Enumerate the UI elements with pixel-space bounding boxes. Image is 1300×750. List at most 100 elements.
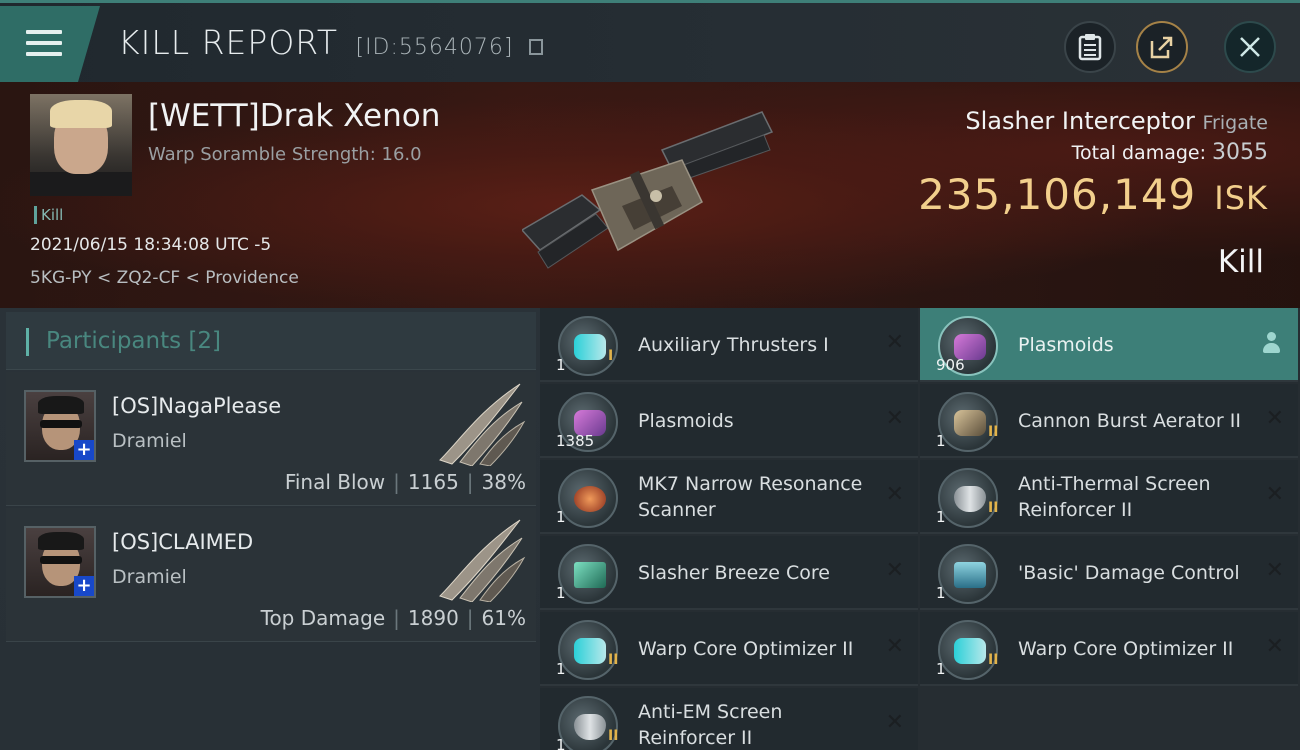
participant-damage: 1890 (407, 606, 459, 630)
participant-name: [OS]NagaPlease (112, 394, 282, 418)
thruster-icon (938, 620, 998, 680)
item-quantity: 906 (936, 356, 965, 374)
participant-role: Top Damage (260, 606, 386, 630)
participant-ship-image[interactable] (430, 516, 526, 602)
item-row[interactable]: 1 MK7 Narrow Resonance Scanner ✕ (540, 460, 918, 534)
participant-stats: Final Blow | 1165 | 38% (284, 470, 526, 494)
item-row[interactable]: 1 II Warp Core Optimizer II ✕ (540, 612, 918, 686)
shield-icon (938, 468, 998, 528)
item-row[interactable]: 1 II Anti-Thermal Screen Reinforcer II ✕ (920, 460, 1298, 534)
kill-result: Kill (1217, 244, 1264, 280)
copy-icon[interactable] (528, 39, 543, 55)
item-row[interactable]: 1 Slasher Breeze Core ✕ (540, 536, 918, 610)
kill-location[interactable]: 5KG-PY < ZQ2-CF < Providence (30, 268, 299, 288)
item-quantity: 1 (556, 508, 566, 526)
item-row[interactable]: 1 II Warp Core Optimizer II ✕ (920, 612, 1298, 686)
item-row[interactable]: 1 I Auxiliary Thrusters I ✕ (540, 308, 918, 382)
clipboard-button[interactable] (1064, 21, 1116, 73)
total-damage-label: Total damage: (1071, 142, 1206, 164)
participant-avatar[interactable]: + (24, 526, 96, 598)
damage-control-icon (938, 544, 998, 604)
isk-unit: ISK (1214, 179, 1268, 217)
victim-ship-image[interactable] (522, 110, 777, 280)
item-name: 'Basic' Damage Control (1018, 562, 1240, 584)
item-quantity: 1 (936, 432, 946, 450)
share-icon (1150, 36, 1173, 59)
item-name: Anti-EM Screen Reinforcer II (638, 701, 783, 749)
destroyed-icon: ✕ (885, 406, 904, 431)
item-name: Warp Core Optimizer II (1018, 638, 1234, 660)
add-contact-icon[interactable]: + (74, 576, 94, 596)
participant-ship: Dramiel (112, 430, 187, 452)
person-icon[interactable] (1262, 332, 1280, 354)
aerator-icon (938, 392, 998, 452)
item-row[interactable]: 1385 Plasmoids ✕ (540, 384, 918, 458)
participants-title: Participants [2] (46, 328, 221, 354)
victim-portrait[interactable] (30, 94, 132, 196)
victim-panel: [WETT]Drak Xenon Warp Soramble Strength:… (0, 82, 1300, 308)
item-quantity: 1 (936, 584, 946, 602)
participant-row[interactable]: + [OS]CLAIMED Dramiel Top Damage | 1890 | 61… (6, 508, 536, 642)
share-button[interactable] (1136, 21, 1188, 73)
kill-datetime: 2021/06/15 18:34:08 UTC -5 (30, 235, 272, 255)
victim-ship-name: Slasher Interceptor (965, 107, 1195, 135)
report-id: [ID:5564076] (355, 35, 514, 60)
destroyed-icon: ✕ (885, 634, 904, 659)
destroyed-icon: ✕ (885, 482, 904, 507)
item-quantity: 1385 (556, 432, 595, 450)
item-name: Plasmoids (638, 410, 734, 432)
item-row[interactable]: 1 II Anti-EM Screen Reinforcer II ✕ (540, 688, 918, 750)
clipboard-icon (1078, 34, 1102, 61)
item-tier: II (608, 728, 619, 744)
participant-name: [OS]CLAIMED (112, 530, 254, 554)
dropped-items-grid: 1 I Auxiliary Thrusters I ✕ 1385 Plasmoi… (540, 308, 1300, 750)
total-damage-value: 3055 (1212, 140, 1268, 165)
add-contact-icon[interactable]: + (74, 440, 94, 460)
item-quantity: 1 (556, 736, 566, 750)
item-tier: II (988, 652, 999, 668)
victim-name[interactable]: [WETT]Drak Xenon (148, 98, 440, 134)
participant-percent: 38% (481, 470, 526, 494)
item-name: Anti-Thermal Screen Reinforcer II (1018, 473, 1211, 521)
close-button[interactable] (1224, 21, 1276, 73)
destroyed-icon: ✕ (885, 710, 904, 735)
participant-role: Final Blow (284, 470, 386, 494)
item-row[interactable]: 1 II Cannon Burst Aerator II ✕ (920, 384, 1298, 458)
item-row[interactable]: 1 'Basic' Damage Control ✕ (920, 536, 1298, 610)
item-name: Warp Core Optimizer II (638, 638, 854, 660)
item-tier: II (608, 652, 619, 668)
item-row-highlighted[interactable]: 906 Plasmoids (920, 308, 1298, 382)
total-damage: Total damage: 3055 (1072, 140, 1268, 165)
participants-header: Participants [2] (6, 312, 536, 370)
item-tier: I (608, 348, 614, 364)
participant-row[interactable]: + [OS]NagaPlease Dramiel Final Blow | 1165… (6, 372, 536, 506)
thruster-icon (558, 316, 618, 376)
destroyed-icon: ✕ (885, 330, 904, 355)
item-name: Slasher Breeze Core (638, 562, 830, 584)
victim-ship-class: Frigate (1202, 112, 1268, 134)
close-icon (1240, 37, 1260, 57)
participant-ship-image[interactable] (430, 380, 526, 466)
destroyed-icon: ✕ (1265, 482, 1284, 507)
victim-ship[interactable]: Slasher Interceptor Frigate (965, 107, 1268, 135)
destroyed-icon: ✕ (1265, 406, 1284, 431)
item-name: Plasmoids (1018, 334, 1114, 356)
participant-stats: Top Damage | 1890 | 61% (260, 606, 526, 630)
item-quantity: 1 (936, 660, 946, 678)
isk-value: 235,106,149 ISK (918, 170, 1268, 219)
item-quantity: 1 (556, 584, 566, 602)
item-tier: II (988, 500, 999, 516)
item-quantity: 1 (936, 508, 946, 526)
participant-damage: 1165 (407, 470, 459, 494)
scanner-icon (558, 468, 618, 528)
menu-button[interactable] (0, 6, 100, 82)
core-icon (558, 544, 618, 604)
thruster-icon (558, 620, 618, 680)
item-quantity: 1 (556, 660, 566, 678)
warp-scramble-strength: Warp Soramble Strength: 16.0 (148, 144, 422, 165)
page-title: KILL REPORT [ID:5564076] (118, 23, 543, 62)
participant-ship: Dramiel (112, 566, 187, 588)
participant-avatar[interactable]: + (24, 390, 96, 462)
destroyed-icon: ✕ (1265, 634, 1284, 659)
participants-panel: Participants [2] + [OS]NagaPlease Dramie… (0, 308, 540, 750)
